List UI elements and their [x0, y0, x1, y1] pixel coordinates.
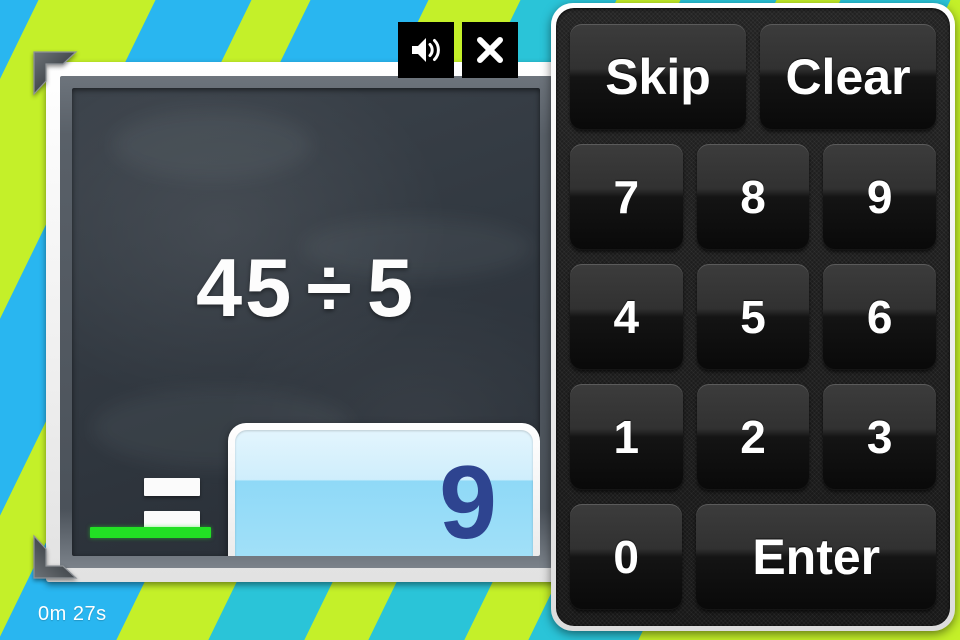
keypad-keys: Skip Clear 7 8 9 4 5 6 1 2 3 0 Enter: [556, 8, 950, 626]
key-6[interactable]: 6: [823, 264, 937, 370]
chalk-smudge: [112, 110, 312, 180]
key-skip[interactable]: Skip: [570, 24, 746, 130]
close-button[interactable]: [462, 22, 518, 78]
answer-value: 9: [439, 445, 497, 556]
key-clear[interactable]: Clear: [760, 24, 936, 130]
key-7[interactable]: 7: [570, 144, 683, 250]
key-1[interactable]: 1: [570, 384, 683, 490]
chalkboard-frame: 45 ÷ 5 9: [60, 76, 552, 568]
key-3[interactable]: 3: [823, 384, 937, 490]
key-0[interactable]: 0: [570, 504, 683, 610]
close-x-icon: [477, 37, 503, 63]
chalkboard: 45 ÷ 5 9: [46, 62, 566, 582]
progress-bar-track: [90, 527, 522, 538]
sound-toggle-button[interactable]: [398, 22, 454, 78]
key-8[interactable]: 8: [696, 144, 810, 250]
toolbar: [398, 22, 518, 78]
key-4[interactable]: 4: [570, 264, 683, 370]
equals-bar-bottom: [144, 510, 200, 529]
keypad-row: Skip Clear: [570, 24, 936, 130]
key-9[interactable]: 9: [823, 144, 937, 250]
chalkboard-surface: 45 ÷ 5 9: [72, 88, 540, 556]
key-5[interactable]: 5: [696, 264, 810, 370]
keypad-row: 456: [570, 264, 937, 370]
keypad-panel: Skip Clear 7 8 9 4 5 6 1 2 3 0 Enter: [551, 3, 955, 631]
keypad-row: 123: [570, 384, 937, 490]
keypad-row: 0 Enter: [570, 504, 936, 610]
session-timer: 0m 27s: [38, 603, 107, 625]
problem-left-operand: 45: [195, 241, 295, 334]
app-root: 45 ÷ 5 9 0m 27s Skip Clear 7 8 9 4 5 6 1…: [0, 0, 960, 640]
progress-bar-fill: [90, 527, 211, 538]
corner-bracket-bottom-left-icon: [33, 534, 78, 579]
problem-right-operand: 5: [366, 241, 417, 334]
key-2[interactable]: 2: [696, 384, 810, 490]
key-enter[interactable]: Enter: [696, 504, 936, 610]
speaker-on-icon: [412, 38, 440, 62]
equals-sign: [136, 477, 208, 529]
problem-operator-icon: ÷: [306, 241, 355, 334]
corner-bracket-top-left-icon: [33, 51, 78, 96]
keypad-row: 789: [570, 144, 937, 250]
problem-expression: 45 ÷ 5: [72, 240, 540, 336]
equals-bar-top: [144, 477, 200, 496]
